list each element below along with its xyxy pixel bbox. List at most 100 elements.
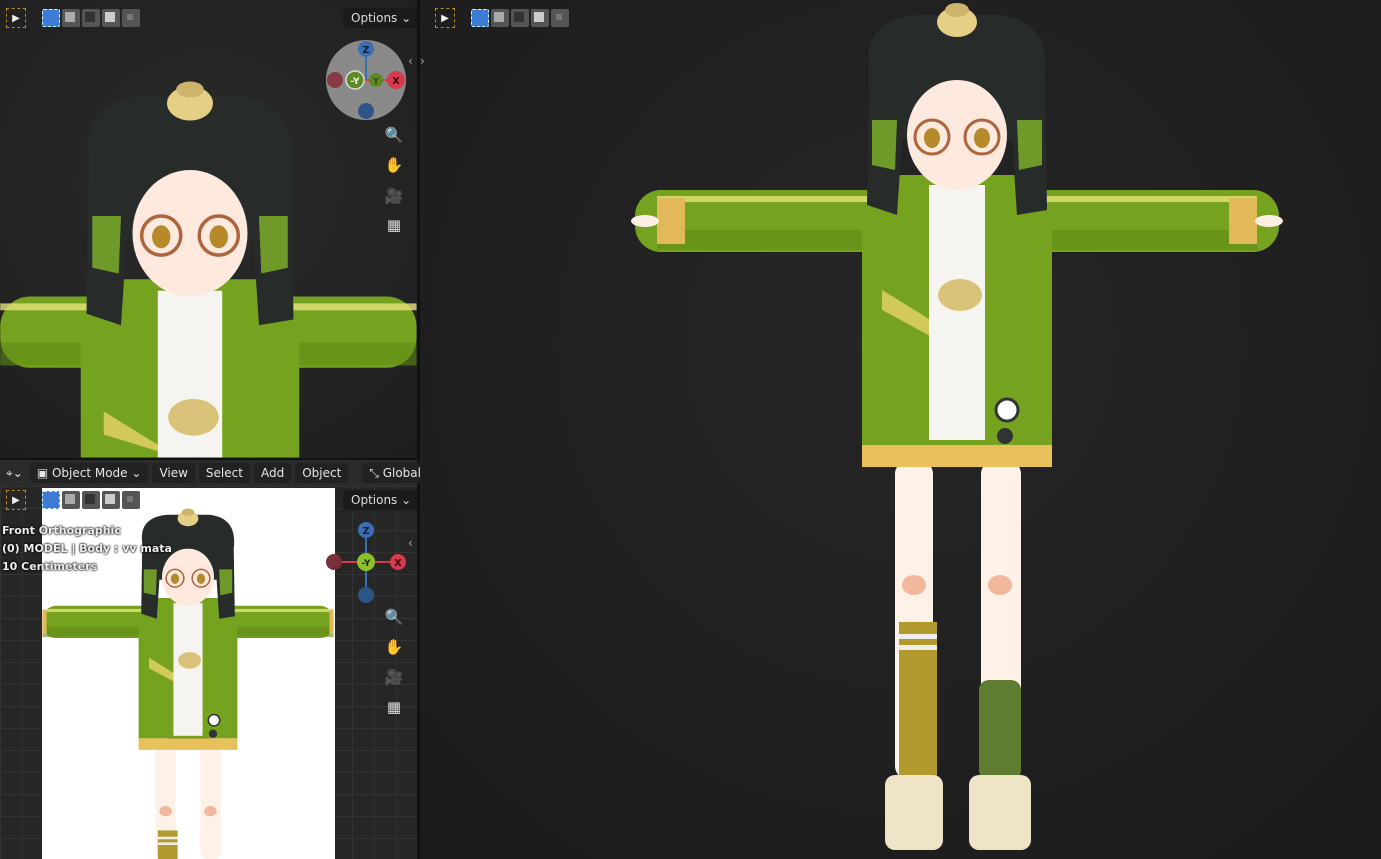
camera-icon[interactable]: 🎥 [383, 666, 405, 688]
menu-select[interactable]: Select [198, 463, 250, 483]
gizmo-z[interactable]: Z [362, 45, 369, 56]
left-hand [631, 215, 659, 227]
shirt [929, 185, 985, 440]
tool-header: ▶ [435, 8, 569, 28]
collapse-arrow-icon[interactable]: ‹ [408, 54, 413, 68]
ortho-grid-icon[interactable]: ▦ [383, 696, 405, 718]
left-eye [152, 225, 171, 249]
sock-stripe [157, 836, 178, 840]
jacket-hem [862, 445, 1052, 467]
gizmo-neg-y[interactable]: -Y [351, 77, 360, 87]
left-cuff [657, 198, 685, 244]
right-eye [196, 573, 206, 584]
mode-new-icon[interactable] [471, 9, 489, 27]
gizmo-z[interactable]: Z [362, 526, 369, 537]
right-knee [204, 806, 217, 817]
options-label: Options [351, 493, 398, 507]
zoom-icon[interactable]: 🔍 [383, 606, 405, 628]
character-model [631, 3, 1283, 850]
perspective-grid-icon[interactable]: ▦ [383, 214, 405, 236]
right-knee [988, 575, 1012, 595]
options-label: Options [351, 11, 398, 25]
right-cuff [329, 609, 334, 634]
mode-extend-icon[interactable] [62, 491, 80, 509]
select-box-icon[interactable]: ▶ [6, 490, 26, 510]
mode-subtract-icon[interactable] [511, 9, 529, 27]
pan-hand-icon[interactable]: ✋ [383, 636, 405, 658]
head-frog-top [945, 3, 969, 17]
mode-dropdown[interactable]: ▣ Object Mode ⌄ [29, 463, 149, 483]
left-cuff [42, 609, 47, 634]
menu-view[interactable]: View [152, 463, 195, 483]
viewport-right[interactable]: ▶ › [420, 0, 1381, 859]
collapse-arrow-icon[interactable]: ‹ [408, 536, 413, 550]
menu-add[interactable]: Add [253, 463, 292, 483]
gizmo-y[interactable]: Y [372, 77, 379, 87]
viewport-top-left[interactable]: ▶ Options ⌄ Z X -Y Y 🔍 ✋ 🎥 ▦ ‹ [0, 0, 417, 458]
mode-extend-icon[interactable] [62, 9, 80, 27]
options-dropdown[interactable]: Options ⌄ [343, 8, 417, 28]
mode-label: Object Mode [51, 466, 128, 480]
frog-sock [979, 680, 1021, 780]
mode-subtract-icon[interactable] [82, 491, 100, 509]
viewport-icon[interactable]: ⌖⌄ [3, 463, 26, 483]
gizmo-neg-y[interactable]: -Y [362, 559, 371, 569]
object-info: (0) MODEL | Body : vv mata [2, 542, 172, 555]
navigation-gizmo[interactable]: Z X -Y Y [326, 40, 406, 120]
transform-orientation-dropdown[interactable]: ⤡ Global [362, 463, 428, 483]
viewport-header: ⌖⌄ ▣ Object Mode ⌄ View Select Add Objec… [0, 460, 428, 486]
shirt-frog-print [168, 398, 219, 436]
right-shoe [969, 775, 1031, 850]
round-badge [208, 729, 218, 738]
view-name: Front Orthographic [2, 524, 121, 537]
mode-invert-icon[interactable] [102, 9, 120, 27]
right-hand [1255, 215, 1283, 227]
expand-arrow-icon[interactable]: › [420, 54, 425, 68]
left-knee [159, 806, 172, 817]
orientation-label: Global [382, 466, 421, 480]
sock-stripe [899, 634, 937, 639]
mode-subtract-icon[interactable] [82, 9, 100, 27]
gizmo-x[interactable]: X [392, 76, 400, 87]
select-box-icon[interactable]: ▶ [435, 8, 455, 28]
mode-intersect-icon[interactable] [122, 9, 140, 27]
sock-stripe [157, 842, 178, 845]
jacket-hem [138, 738, 238, 750]
mode-new-icon[interactable] [42, 9, 60, 27]
left-shoe [885, 775, 943, 850]
menu-object[interactable]: Object [295, 463, 349, 483]
tool-header: ▶ [6, 8, 140, 28]
right-eye [974, 128, 990, 148]
mode-invert-icon[interactable] [102, 491, 120, 509]
zoom-icon[interactable]: 🔍 [383, 124, 405, 146]
right-eye [209, 225, 228, 249]
eye-badge [207, 713, 221, 727]
gizmo-x[interactable]: X [394, 558, 402, 569]
neck [180, 595, 196, 605]
tool-header: ▶ [6, 490, 140, 510]
round-badge [997, 428, 1013, 444]
select-box-icon[interactable]: ▶ [6, 8, 26, 28]
right-leg [200, 746, 222, 859]
mode-invert-icon[interactable] [531, 9, 549, 27]
camera-icon[interactable]: 🎥 [383, 185, 405, 207]
mode-intersect-icon[interactable] [122, 491, 140, 509]
grid-scale: 10 Centimeters [2, 560, 98, 573]
left-eye [170, 573, 180, 584]
neck [943, 170, 971, 188]
mode-intersect-icon[interactable] [551, 9, 569, 27]
options-dropdown[interactable]: Options ⌄ [343, 490, 417, 510]
pan-hand-icon[interactable]: ✋ [383, 154, 405, 176]
left-knee [902, 575, 926, 595]
navigation-gizmo[interactable]: Z X -Y [324, 520, 410, 606]
neck [173, 273, 207, 295]
right-cuff [1229, 198, 1257, 244]
head-frog-top [176, 81, 204, 98]
left-eye [924, 128, 940, 148]
mode-extend-icon[interactable] [491, 9, 509, 27]
shirt-frog-print [938, 279, 982, 311]
sock-stripe [899, 645, 937, 650]
mode-new-icon[interactable] [42, 491, 60, 509]
shirt-frog-print [178, 652, 201, 669]
viewport-overlay-info: Front Orthographic (0) MODEL | Body : vv… [2, 522, 172, 576]
